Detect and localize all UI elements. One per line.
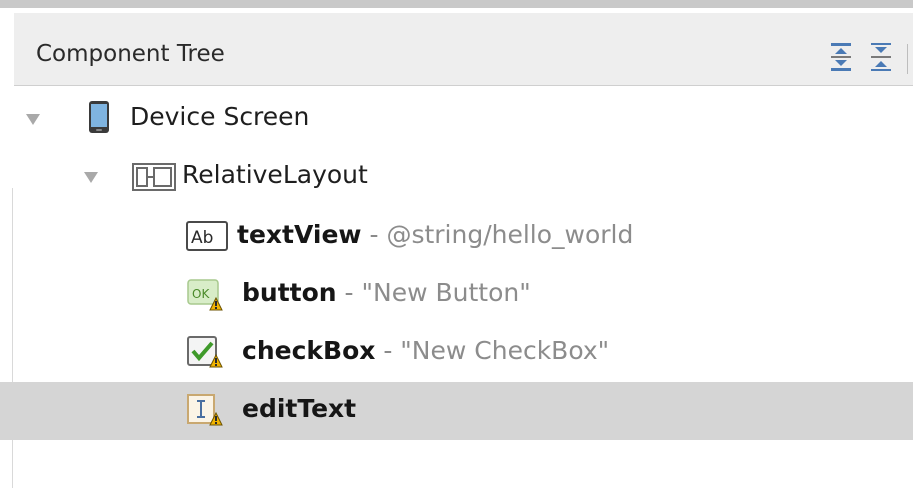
expand-all-button[interactable]: [827, 42, 855, 76]
tree-label: textView - @string/hello_world: [237, 220, 633, 249]
label-separator: -: [375, 336, 401, 365]
expand-arrow-icon[interactable]: [26, 114, 40, 125]
expand-all-icon: [829, 42, 853, 76]
component-id: button: [242, 278, 337, 307]
component-id: checkBox: [242, 336, 376, 365]
svg-text:OK: OK: [192, 287, 210, 301]
tree-row-button[interactable]: OK button - "New Button": [0, 266, 913, 324]
tree-row-checkbox[interactable]: checkBox - "New CheckBox": [0, 324, 913, 382]
relative-layout-icon: [132, 163, 176, 195]
tree-row-edittext[interactable]: editText: [0, 382, 913, 440]
panel-title: Component Tree: [36, 41, 225, 67]
panel-top-border: [0, 0, 913, 8]
label-separator: -: [336, 278, 362, 307]
collapse-all-button[interactable]: [867, 42, 895, 76]
component-detail: @string/hello_world: [386, 220, 634, 249]
tree-row-relative-layout[interactable]: RelativeLayout: [0, 148, 913, 206]
component-id: textView: [237, 220, 362, 249]
header-actions: [827, 42, 908, 76]
expand-arrow-icon[interactable]: [84, 172, 98, 183]
component-detail: "New Button": [361, 278, 531, 307]
toolbar-separator: [907, 44, 908, 74]
tree-label: button - "New Button": [242, 278, 531, 307]
tree-row-textview[interactable]: Ab textView - @string/hello_world: [0, 208, 913, 266]
tree-label: RelativeLayout: [182, 160, 368, 189]
button-icon: OK: [186, 278, 232, 318]
tree-label: Device Screen: [130, 102, 310, 131]
panel-header: Component Tree: [14, 13, 913, 86]
tree-label: checkBox - "New CheckBox": [242, 336, 609, 365]
svg-text:Ab: Ab: [191, 228, 213, 248]
checkbox-icon: [186, 335, 232, 375]
tree-label: editText: [242, 394, 356, 423]
label-separator: -: [361, 220, 387, 249]
component-detail: "New CheckBox": [400, 336, 610, 365]
textview-icon: Ab: [186, 221, 228, 255]
component-id: editText: [242, 394, 357, 423]
component-tree-panel: Component Tree Device Screen RelativeLay…: [0, 0, 913, 492]
edittext-icon: [186, 393, 232, 433]
device-screen-icon: [88, 100, 110, 138]
collapse-all-icon: [869, 42, 893, 76]
tree-row-device-screen[interactable]: Device Screen: [0, 90, 913, 148]
